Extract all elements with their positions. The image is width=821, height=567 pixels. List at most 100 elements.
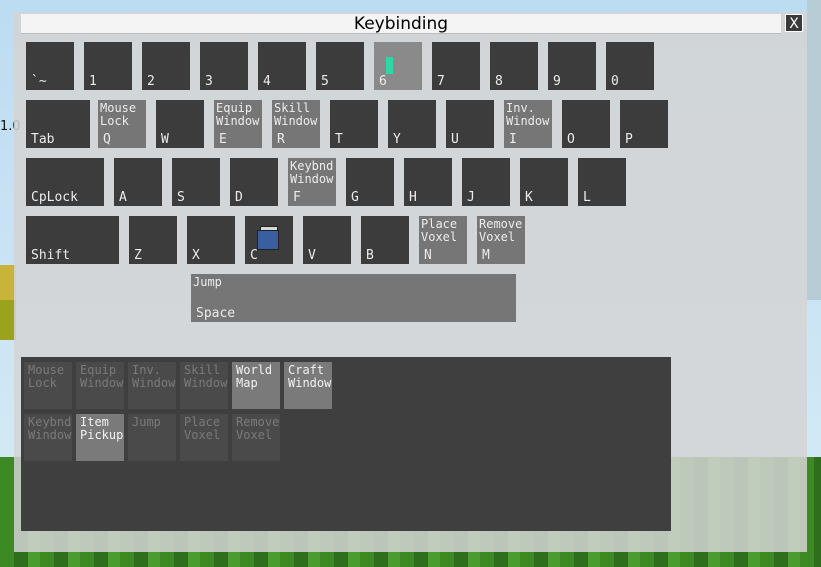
- key-label: Z: [134, 248, 142, 263]
- palette-action-skill-window[interactable]: Skill Window: [180, 362, 228, 409]
- key-f[interactable]: Keybnd Window F: [288, 158, 336, 206]
- palette-action-keybnd-window[interactable]: Keybnd Window: [24, 414, 72, 461]
- key-c[interactable]: C: [245, 216, 293, 264]
- key-r[interactable]: Skill Window R: [272, 100, 320, 148]
- key-action-label: Inv. Window: [506, 101, 550, 128]
- palette-action-label: World Map: [236, 363, 273, 390]
- palette-action-craft-window[interactable]: Craft Window: [284, 362, 332, 409]
- key-label: 9: [553, 74, 561, 89]
- key-label: V: [308, 248, 316, 263]
- key-label: R: [277, 132, 285, 147]
- key-5[interactable]: 5: [316, 42, 364, 90]
- key-y[interactable]: Y: [388, 100, 436, 148]
- key-label: N: [424, 248, 432, 263]
- selection-cursor-icon: [386, 57, 393, 74]
- palette-action-inv-window[interactable]: Inv. Window: [128, 362, 176, 409]
- palette-action-place-voxel[interactable]: Place Voxel: [180, 414, 228, 461]
- palette-action-label: Inv. Window: [132, 363, 176, 390]
- key-label: L: [583, 190, 591, 205]
- key-t[interactable]: T: [330, 100, 378, 148]
- key-label: U: [451, 132, 459, 147]
- key-8[interactable]: 8: [490, 42, 538, 90]
- palette-action-world-map[interactable]: World Map: [232, 362, 280, 409]
- window-title: Keybinding: [353, 14, 449, 34]
- palette-action-label: Place Voxel: [184, 415, 221, 442]
- key-4[interactable]: 4: [258, 42, 306, 90]
- key-h[interactable]: H: [404, 158, 452, 206]
- key-label: B: [366, 248, 374, 263]
- key-label: Q: [103, 132, 111, 147]
- key-label: E: [219, 132, 227, 147]
- key-cplock[interactable]: CpLock: [26, 158, 104, 206]
- key-2[interactable]: 2: [142, 42, 190, 90]
- key-label: 6: [379, 74, 387, 89]
- palette-action-label: Jump: [132, 415, 161, 429]
- key-label: S: [177, 190, 185, 205]
- key-backtick[interactable]: `~: [26, 42, 74, 90]
- palette-action-item-pickup[interactable]: Item Pickup: [76, 414, 124, 461]
- key-n[interactable]: Place Voxel N: [419, 216, 467, 264]
- key-label: W: [161, 132, 169, 147]
- key-b[interactable]: B: [361, 216, 409, 264]
- key-action-label: Skill Window: [274, 101, 318, 128]
- palette-action-remove-voxel[interactable]: Remove Voxel: [232, 414, 280, 461]
- key-label: F: [293, 190, 301, 205]
- key-u[interactable]: U: [446, 100, 494, 148]
- key-label: D: [235, 190, 243, 205]
- key-label: J: [467, 190, 475, 205]
- key-label: 7: [437, 74, 445, 89]
- key-i[interactable]: Inv. Window I: [504, 100, 552, 148]
- key-label: CpLock: [31, 190, 78, 205]
- key-g[interactable]: G: [346, 158, 394, 206]
- key-x[interactable]: X: [187, 216, 235, 264]
- key-label: C: [250, 248, 258, 263]
- key-label: `~: [31, 74, 47, 89]
- key-0[interactable]: 0: [606, 42, 654, 90]
- action-palette: Mouse Lock Equip Window Inv. Window Skill W…: [21, 357, 671, 531]
- palette-action-label: Keybnd Window: [28, 415, 72, 442]
- key-label: A: [119, 190, 127, 205]
- key-m[interactable]: Remove Voxel M: [477, 216, 525, 264]
- key-w[interactable]: W: [156, 100, 204, 148]
- key-o[interactable]: O: [562, 100, 610, 148]
- key-9[interactable]: 9: [548, 42, 596, 90]
- key-l[interactable]: L: [578, 158, 626, 206]
- key-label: 3: [205, 74, 213, 89]
- palette-action-label: Mouse Lock: [28, 363, 65, 390]
- key-z[interactable]: Z: [129, 216, 177, 264]
- key-shift[interactable]: Shift: [26, 216, 119, 264]
- key-label: P: [625, 132, 633, 147]
- potion-jar-icon: [257, 226, 279, 250]
- key-s[interactable]: S: [172, 158, 220, 206]
- key-3[interactable]: 3: [200, 42, 248, 90]
- key-label: Shift: [31, 248, 71, 263]
- palette-action-jump[interactable]: Jump: [128, 414, 176, 461]
- key-p[interactable]: P: [620, 100, 668, 148]
- keybinding-window: Keybinding X `~ 1 2 3 4 5 6 7 8 9 0 Tab Mouse Lock Q W…: [14, 12, 807, 552]
- key-label: 5: [321, 74, 329, 89]
- key-label: Tab: [31, 132, 55, 147]
- palette-action-label: Skill Window: [184, 363, 228, 390]
- key-action-label: Equip Window: [216, 101, 260, 128]
- palette-action-label: Craft Window: [288, 363, 332, 390]
- key-label: Space: [196, 306, 236, 321]
- key-e[interactable]: Equip Window E: [214, 100, 262, 148]
- palette-action-equip-window[interactable]: Equip Window: [76, 362, 124, 409]
- palette-action-mouse-lock[interactable]: Mouse Lock: [24, 362, 72, 409]
- key-space[interactable]: Jump Space: [191, 274, 516, 322]
- key-6[interactable]: 6: [374, 42, 422, 90]
- key-action-label: Jump: [193, 275, 222, 289]
- key-k[interactable]: K: [520, 158, 568, 206]
- key-7[interactable]: 7: [432, 42, 480, 90]
- close-button[interactable]: X: [785, 14, 803, 32]
- key-j[interactable]: J: [462, 158, 510, 206]
- key-d[interactable]: D: [230, 158, 278, 206]
- key-a[interactable]: A: [114, 158, 162, 206]
- key-label: H: [409, 190, 417, 205]
- key-action-label: Keybnd Window: [290, 159, 334, 186]
- key-q[interactable]: Mouse Lock Q: [98, 100, 146, 148]
- key-v[interactable]: V: [303, 216, 351, 264]
- key-tab[interactable]: Tab: [26, 100, 90, 148]
- key-1[interactable]: 1: [84, 42, 132, 90]
- title-bar[interactable]: Keybinding: [21, 14, 781, 34]
